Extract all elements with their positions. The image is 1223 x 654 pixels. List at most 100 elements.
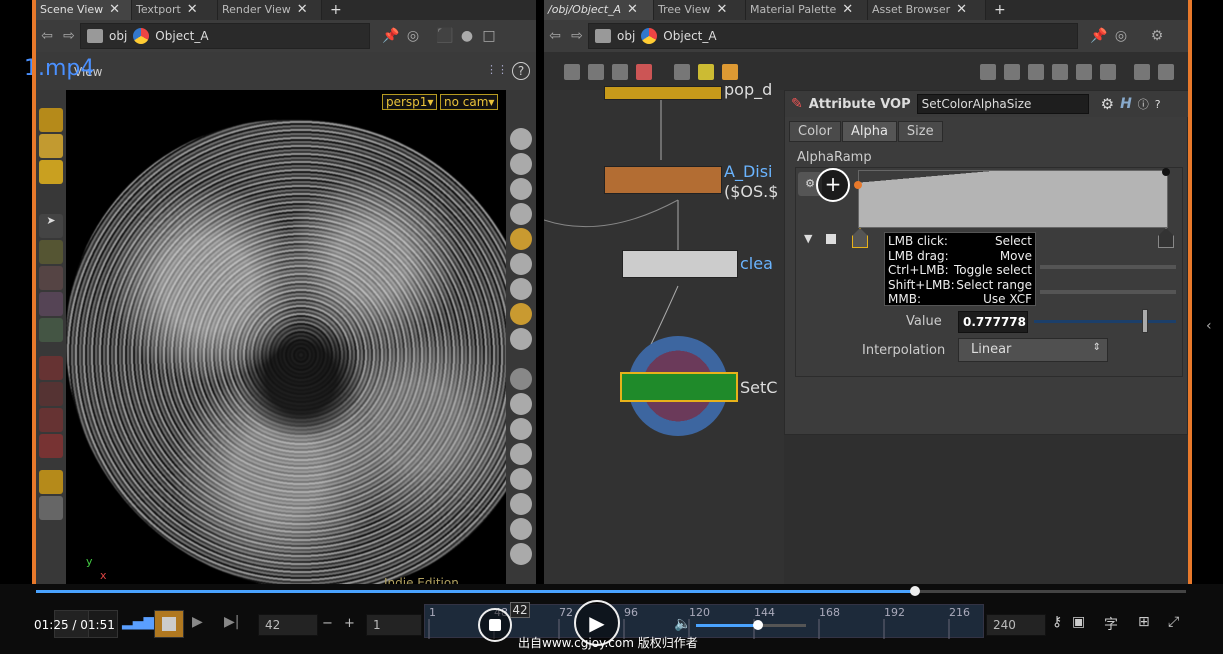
- skeleton-icon[interactable]: [510, 278, 532, 300]
- gear-icon[interactable]: ⚙: [1101, 95, 1114, 113]
- path-field[interactable]: obj Object_A: [80, 23, 370, 49]
- magnet-icon[interactable]: [39, 356, 63, 380]
- tab-color[interactable]: Color: [789, 121, 841, 142]
- forward-arrow-icon[interactable]: ⇨: [566, 28, 588, 44]
- value-field[interactable]: 0.777778: [958, 311, 1028, 333]
- tab-obj-object-a[interactable]: /obj/Object_A ✕: [544, 0, 654, 20]
- key-options-icon[interactable]: [826, 234, 836, 244]
- back-arrow-icon[interactable]: ⇦: [544, 28, 566, 44]
- snap-grid-icon[interactable]: [39, 408, 63, 432]
- info-icon[interactable]: ⓘ: [1138, 96, 1149, 112]
- value-slider[interactable]: [1034, 320, 1176, 323]
- eye-icon[interactable]: [1158, 64, 1174, 80]
- lock-icon[interactable]: [510, 153, 532, 175]
- back-arrow-icon[interactable]: ⇦: [36, 28, 58, 44]
- angle-icon[interactable]: [510, 518, 532, 540]
- tab-material-palette[interactable]: Material Palette ✕: [746, 0, 868, 20]
- network-editor[interactable]: pop_d A_Disi ($OS.$ clea SetC: [544, 80, 784, 584]
- subtitle-icon[interactable]: 字: [1104, 614, 1118, 634]
- minus-icon[interactable]: −: [322, 616, 333, 631]
- stop-button[interactable]: [154, 610, 184, 638]
- volume-icon[interactable]: 🔈: [674, 616, 691, 632]
- gear-icon[interactable]: ⚙: [1146, 28, 1168, 44]
- close-icon[interactable]: ✕: [297, 0, 308, 20]
- frame-field[interactable]: 42: [258, 614, 318, 636]
- grid-snap-icon[interactable]: [1076, 64, 1092, 80]
- tab-asset-browser[interactable]: Asset Browser ✕: [868, 0, 986, 20]
- align-top-icon[interactable]: [1052, 64, 1068, 80]
- add-ramp-key-icon[interactable]: +: [816, 168, 850, 202]
- video-progress-knob[interactable]: [909, 586, 920, 596]
- background-icon[interactable]: [510, 303, 532, 325]
- ghost-icon[interactable]: [510, 178, 532, 200]
- snap-icon[interactable]: [39, 382, 63, 406]
- value-slider-knob[interactable]: [1141, 309, 1148, 333]
- align-left-icon[interactable]: [1028, 64, 1044, 80]
- node-pop-d[interactable]: [604, 86, 722, 100]
- number-icon[interactable]: [510, 443, 532, 465]
- eye-icon[interactable]: [510, 328, 532, 350]
- book-icon[interactable]: [39, 496, 63, 520]
- cube-icon[interactable]: ⬛: [434, 28, 456, 44]
- timeline-marker[interactable]: 42: [510, 602, 530, 618]
- volume-bars-icon[interactable]: ▂▄▆: [122, 614, 154, 630]
- sphere-icon[interactable]: ●: [456, 28, 478, 44]
- key-icon[interactable]: ⚷: [1052, 614, 1062, 630]
- tab-render-view[interactable]: Render View ✕: [218, 0, 322, 20]
- link-icon[interactable]: ◎: [1110, 28, 1132, 44]
- fullscreen-icon[interactable]: ⤢: [1168, 614, 1179, 630]
- note-icon[interactable]: [698, 64, 714, 80]
- alpha-ramp-graph[interactable]: [858, 170, 1168, 228]
- square-icon[interactable]: □: [478, 28, 500, 44]
- ramp-key-point[interactable]: [1162, 168, 1170, 176]
- ramp-position-slider[interactable]: [1040, 265, 1176, 269]
- tree-icon[interactable]: [564, 64, 580, 80]
- jar-icon[interactable]: [722, 64, 738, 80]
- path-field[interactable]: obj Object_A: [588, 23, 1078, 49]
- collapse-arrow-icon[interactable]: ▼: [804, 232, 812, 245]
- close-icon[interactable]: ✕: [109, 0, 120, 20]
- play-forward-icon[interactable]: ▶: [192, 614, 203, 630]
- move-tool-icon[interactable]: [39, 240, 63, 264]
- palette-icon[interactable]: [636, 64, 652, 80]
- ramp-key-point[interactable]: [854, 181, 862, 189]
- grid-icon[interactable]: [1100, 64, 1116, 80]
- view-tool-icon[interactable]: [39, 108, 63, 132]
- rotate-tool-icon[interactable]: [39, 266, 63, 290]
- light-icon[interactable]: [510, 228, 532, 250]
- add-tab-icon[interactable]: +: [986, 0, 1014, 20]
- select-arrow-icon[interactable]: ➤: [39, 214, 63, 238]
- align-vertical-icon[interactable]: [980, 64, 996, 80]
- count-icon[interactable]: [510, 493, 532, 515]
- close-icon[interactable]: ✕: [627, 0, 638, 20]
- node-name-field[interactable]: SetColorAlphaSize: [916, 94, 1089, 114]
- pin-icon[interactable]: 📌: [1088, 28, 1110, 44]
- search-icon[interactable]: [1134, 64, 1150, 80]
- node-a-disi[interactable]: [604, 166, 722, 194]
- table-icon[interactable]: [612, 64, 628, 80]
- brush-icon[interactable]: [510, 393, 532, 415]
- close-icon[interactable]: ✕: [956, 0, 967, 20]
- frame-start-field[interactable]: 1: [366, 614, 422, 636]
- help-h-icon[interactable]: H: [1120, 96, 1132, 112]
- add-tab-icon[interactable]: +: [322, 0, 350, 20]
- play-end-icon[interactable]: ▶|: [224, 614, 239, 630]
- image-icon[interactable]: [674, 64, 690, 80]
- frame-end-field[interactable]: 240: [986, 614, 1046, 636]
- pen-icon[interactable]: [510, 418, 532, 440]
- transform-tool-icon[interactable]: [39, 318, 63, 342]
- display-options-icon[interactable]: ⋮⋮: [486, 63, 508, 76]
- pose-tool-icon[interactable]: [39, 134, 63, 158]
- paint-icon[interactable]: [510, 468, 532, 490]
- visibility-icon[interactable]: [510, 128, 532, 150]
- forward-arrow-icon[interactable]: ⇨: [58, 28, 80, 44]
- window-icon[interactable]: ⊞: [1138, 614, 1150, 630]
- tab-tree-view[interactable]: Tree View ✕: [654, 0, 746, 20]
- node-setc[interactable]: [620, 372, 738, 402]
- tab-alpha[interactable]: Alpha: [841, 121, 897, 142]
- ramp-position-slider-2[interactable]: [1040, 290, 1176, 294]
- stop-overlay-button[interactable]: [478, 608, 512, 642]
- camera-persp-menu[interactable]: persp1▾: [382, 94, 438, 110]
- grid-icon[interactable]: [510, 543, 532, 565]
- side-collapse-icon[interactable]: ‹: [1206, 318, 1212, 334]
